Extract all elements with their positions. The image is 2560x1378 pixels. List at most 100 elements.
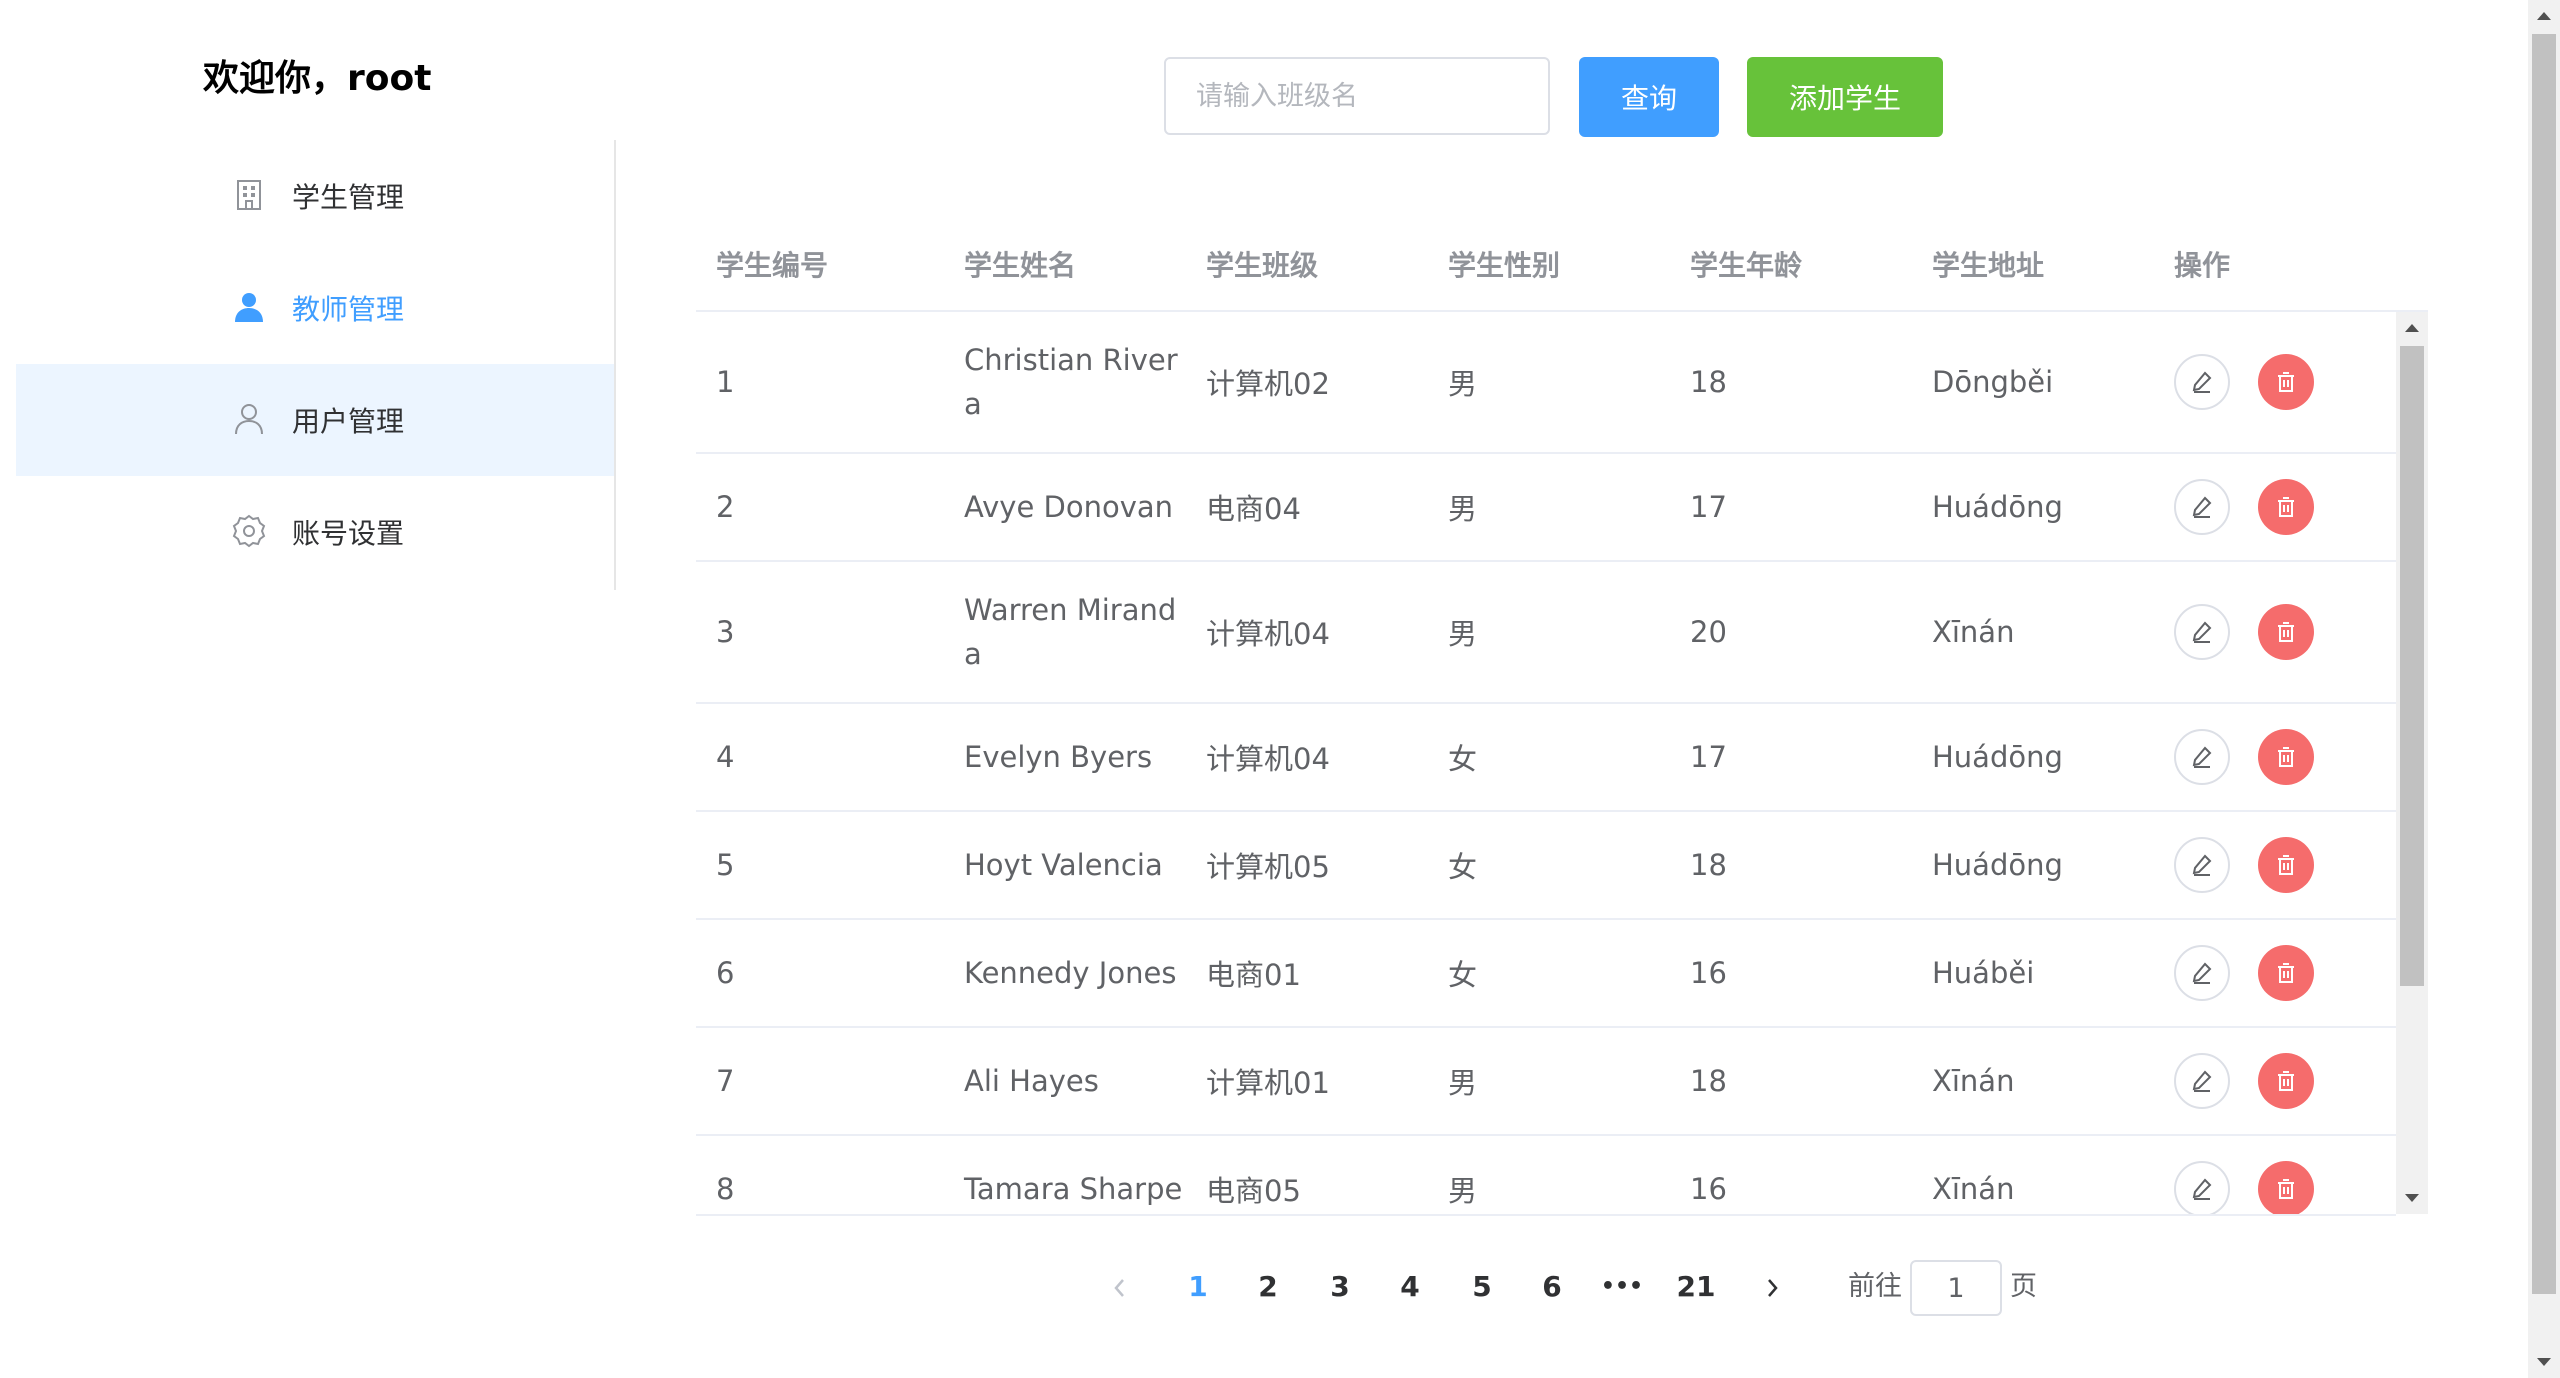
cell-gender: 男 [1448, 617, 1478, 651]
delete-button[interactable] [2258, 479, 2314, 535]
scroll-down-arrow-icon[interactable] [2537, 1358, 2551, 1366]
table-body[interactable]: 1 Christian Rivera 计算机02 男 18 Dōngběi 2 … [696, 312, 2396, 1216]
cell-class: 电商05 [1206, 1174, 1301, 1208]
delete-icon [2278, 1179, 2294, 1199]
page-number[interactable]: 4 [1388, 1262, 1432, 1312]
class-search-input[interactable] [1164, 57, 1550, 135]
table-scrollbar-thumb[interactable] [2400, 346, 2424, 986]
page-number[interactable]: 1 [1176, 1262, 1220, 1312]
column-header-class: 学生班级 [1206, 249, 1319, 282]
sidebar-item-account-settings[interactable]: 账号设置 [16, 476, 614, 588]
page-number[interactable]: 2 [1246, 1262, 1290, 1312]
cell-age: 18 [1690, 1064, 1727, 1098]
page-suffix-label: 页 [2010, 1271, 2037, 1302]
scroll-up-arrow-icon[interactable] [2537, 12, 2551, 20]
sidebar-item-teacher-management[interactable]: 教师管理 [16, 252, 614, 364]
cell-id: 4 [716, 740, 735, 774]
page-number[interactable]: 3 [1318, 1262, 1362, 1312]
cell-gender: 男 [1448, 1174, 1478, 1208]
delete-icon [2278, 372, 2294, 392]
user-icon [232, 402, 266, 436]
query-button[interactable]: 查询 [1579, 57, 1719, 137]
edit-button[interactable] [2174, 354, 2230, 410]
sidebar-item-label: 教师管理 [292, 293, 405, 326]
table-row: 7 Ali Hayes 计算机01 男 18 Xīnán [696, 1028, 2396, 1136]
edit-icon [2192, 1070, 2212, 1092]
cell-address: Huádōng [1932, 490, 2063, 524]
cell-name: Christian Rivera [964, 343, 1178, 421]
column-header-gender: 学生性别 [1448, 249, 1561, 282]
edit-button[interactable] [2174, 1161, 2230, 1214]
cell-gender: 男 [1448, 1066, 1478, 1100]
goto-label: 前往 [1848, 1271, 1902, 1302]
edit-button[interactable] [2174, 479, 2230, 535]
page-number[interactable]: 21 [1668, 1262, 1724, 1312]
cell-name: Warren Miranda [964, 593, 1177, 671]
cell-age: 17 [1690, 740, 1727, 774]
column-header-actions: 操作 [2174, 249, 2231, 282]
cell-id: 5 [716, 848, 735, 882]
table-row: 6 Kennedy Jones 电商01 女 16 Huáběi [696, 920, 2396, 1028]
cell-id: 8 [716, 1172, 735, 1206]
cell-address: Xīnán [1932, 1172, 2015, 1206]
more-pages[interactable]: ••• [1600, 1262, 1644, 1312]
cell-id: 3 [716, 615, 735, 649]
delete-icon [2278, 497, 2294, 517]
edit-button[interactable] [2174, 729, 2230, 785]
delete-icon [2278, 855, 2294, 875]
cell-age: 17 [1690, 490, 1727, 524]
edit-icon [2192, 371, 2212, 393]
cell-name: Hoyt Valencia [964, 848, 1163, 882]
page-number[interactable]: 5 [1460, 1262, 1504, 1312]
column-header-address: 学生地址 [1932, 249, 2045, 282]
delete-button[interactable] [2258, 729, 2314, 785]
cell-address: Xīnán [1932, 1064, 2015, 1098]
sidebar-menu: 学生管理 教师管理 用户管理 账号设置 [16, 140, 616, 590]
edit-button[interactable] [2174, 1053, 2230, 1109]
chevron-right-icon [1768, 1279, 1778, 1297]
table-header: 学生编号 学生姓名 学生班级 学生性别 学生年龄 学生地址 操作 [696, 222, 2428, 312]
sidebar-item-student-management[interactable]: 学生管理 [16, 140, 614, 252]
delete-icon [2278, 622, 2294, 642]
delete-button[interactable] [2258, 1161, 2314, 1214]
edit-icon [2192, 1178, 2212, 1200]
cell-age: 18 [1690, 365, 1727, 399]
page-number[interactable]: 6 [1530, 1262, 1574, 1312]
page-scrollbar[interactable] [2528, 0, 2560, 1378]
sidebar-item-label: 学生管理 [292, 181, 405, 214]
cell-gender: 男 [1448, 367, 1478, 401]
delete-button[interactable] [2258, 354, 2314, 410]
cell-gender: 女 [1448, 850, 1478, 884]
cell-name: Kennedy Jones [964, 956, 1177, 990]
sidebar-item-user-management[interactable]: 用户管理 [16, 364, 614, 476]
scroll-down-arrow-icon[interactable] [2405, 1194, 2419, 1202]
delete-button[interactable] [2258, 837, 2314, 893]
next-page-button[interactable] [1752, 1262, 1792, 1312]
edit-icon [2192, 496, 2212, 518]
cell-class: 计算机04 [1206, 742, 1330, 776]
edit-button[interactable] [2174, 945, 2230, 1001]
add-student-button[interactable]: 添加学生 [1747, 57, 1943, 137]
cell-class: 计算机01 [1206, 1066, 1330, 1100]
goto-page-input[interactable] [1910, 1260, 2002, 1316]
delete-icon [2278, 963, 2294, 983]
delete-button[interactable] [2258, 945, 2314, 1001]
cell-age: 16 [1690, 1172, 1727, 1206]
user-solid-icon [232, 290, 266, 324]
prev-page-button[interactable] [1100, 1262, 1140, 1312]
scroll-up-arrow-icon[interactable] [2405, 324, 2419, 332]
delete-button[interactable] [2258, 604, 2314, 660]
sidebar-item-label: 账号设置 [292, 517, 405, 550]
welcome-title: 欢迎你，root [203, 58, 432, 99]
delete-button[interactable] [2258, 1053, 2314, 1109]
edit-button[interactable] [2174, 604, 2230, 660]
table-scrollbar[interactable] [2396, 312, 2428, 1214]
page-scrollbar-thumb[interactable] [2532, 34, 2556, 1294]
cell-id: 2 [716, 490, 735, 524]
cell-age: 20 [1690, 615, 1727, 649]
edit-button[interactable] [2174, 837, 2230, 893]
cell-name: Avye Donovan [964, 490, 1174, 524]
delete-icon [2278, 747, 2294, 767]
table-row: 5 Hoyt Valencia 计算机05 女 18 Huádōng [696, 812, 2396, 920]
cell-age: 16 [1690, 956, 1727, 990]
